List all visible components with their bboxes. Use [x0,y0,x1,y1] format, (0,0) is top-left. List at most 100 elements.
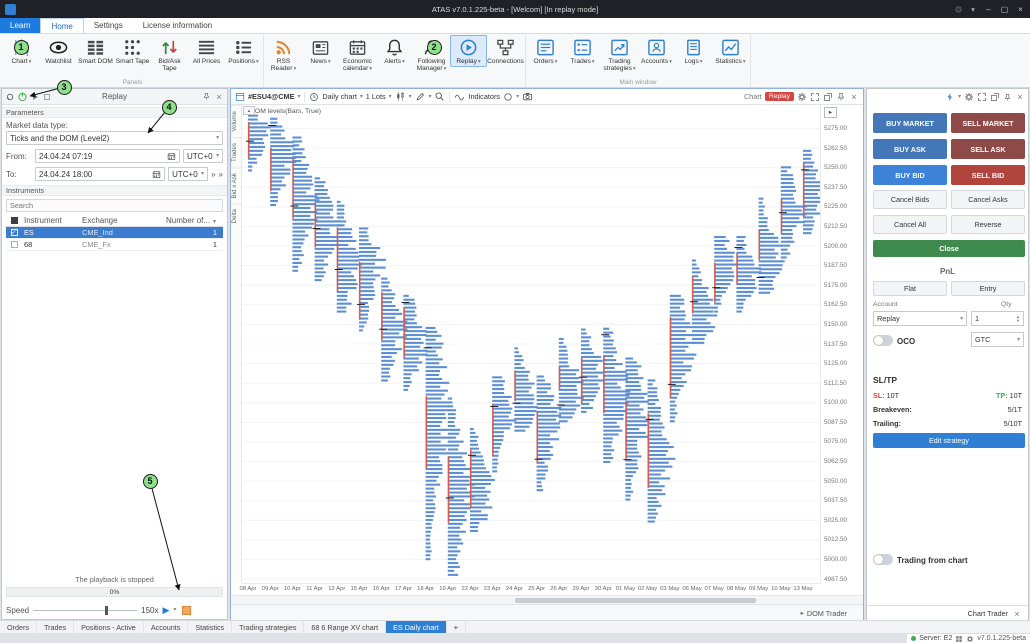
entry-button[interactable]: Entry [951,281,1025,296]
chevron-down-icon[interactable]: ▾ [389,94,392,100]
close-icon[interactable]: × [849,92,859,102]
pin-icon[interactable] [202,92,211,101]
ribbon-item-connections[interactable]: Connections [487,35,524,66]
expand-icon[interactable] [810,92,820,102]
buy-market-button[interactable]: BUY MARKET [873,113,947,133]
ribbon-item-positions[interactable]: Positions▾ [225,35,262,67]
expand-icon[interactable] [977,92,987,102]
chevron-down-icon[interactable]: ▾ [409,94,412,100]
chart-panel-tab-trades[interactable]: Trades [231,137,241,167]
stop-icon[interactable] [42,92,52,102]
select-all-checkbox[interactable] [11,217,18,224]
chart-lots-select[interactable]: 1 Lots [366,92,386,101]
sl-value[interactable]: 10T [887,391,899,400]
ribbon-item-smart-tape[interactable]: Smart Tape [114,35,151,66]
titlebar[interactable]: ATAS v7.0.1.225-beta - [Welcom] [In repl… [0,0,1030,18]
pin-icon[interactable] [836,92,846,102]
ribbon-item-trades[interactable]: Trades▾ [564,35,601,67]
chevron-down-icon[interactable]: ▾ [360,94,363,100]
close-position-button[interactable]: Close [873,240,1025,257]
price-axis[interactable]: ▸ 5275.005262.505250.005237.505225.00521… [820,105,863,583]
column-exchange[interactable]: Exchange [82,216,154,225]
replay-panel-header[interactable]: Replay × [2,89,227,105]
ribbon-item-smart-dom[interactable]: Smart DOM [77,35,114,66]
workspace-tab-trading-strategies[interactable]: Trading strategies [232,621,304,633]
buy-bid-button[interactable]: BUY BID [873,165,947,185]
dom-trader-label[interactable]: DOM Trader [807,609,847,618]
lightning-icon[interactable] [945,92,955,102]
ribbon-item-replay[interactable]: Replay▾ [450,35,487,67]
chart-scrollbar[interactable] [231,595,863,604]
gear-icon[interactable] [964,92,974,102]
chevron-down-icon[interactable]: ▾ [429,94,432,100]
oco-toggle[interactable] [873,335,893,346]
instrument-row-68[interactable]: 68CME_Fx1 [6,239,223,251]
trailing-value[interactable]: 5/10T [1004,419,1022,428]
close-icon[interactable]: × [1015,92,1025,102]
account-select[interactable]: Replay ▾ [873,311,967,326]
from-timezone-select[interactable]: UTC+0 ▾ [183,149,223,163]
circle-tool-icon[interactable] [503,92,513,102]
row-checkbox[interactable] [11,241,18,248]
indicators-icon[interactable] [454,91,465,102]
history-icon[interactable] [5,92,15,102]
gear-icon[interactable] [951,5,965,14]
scrollbar-thumb[interactable] [515,598,755,603]
to-timezone-select[interactable]: UTC+0 ▾ [168,167,208,181]
menu-tab-settings[interactable]: Settings [84,18,133,33]
chart-trader-tab-label[interactable]: Chart Trader [968,609,1008,618]
tif-select[interactable]: GTC ▾ [971,332,1024,347]
grid-icon[interactable] [955,635,963,643]
row-checkbox[interactable]: ✓ [11,229,18,236]
drawing-tools-icon[interactable] [415,91,426,102]
ribbon-item-rss-reader[interactable]: RSS Reader▾ [265,35,302,75]
column-instrument[interactable]: Instrument [22,216,82,225]
ribbon-item-economic-calendar[interactable]: Economic calendar▾ [339,35,376,75]
edit-strategy-button[interactable]: Edit strategy [873,433,1025,448]
chart-symbol[interactable]: #ESU4@CME [248,92,294,101]
dom-trader-strip[interactable]: ▸ DOM Trader [231,604,863,621]
zoom-icon[interactable] [434,91,445,102]
date-axis[interactable]: 08 Apr09 Apr10 Apr11 Apr12 Apr15 Apr16 A… [242,583,820,595]
ribbon-item-bid-ask-tape[interactable]: Bid/Ask Tape [151,35,188,74]
chevron-down-icon[interactable]: ▾ [173,607,176,613]
speed-slider-handle[interactable] [105,606,108,615]
close-button[interactable]: × [1013,5,1028,14]
breakeven-value[interactable]: 5/1T [1008,405,1022,414]
gear-icon[interactable] [797,92,807,102]
from-datetime-field[interactable]: 24.04.24 07:19 [35,149,180,163]
play-icon[interactable] [30,92,40,102]
new-tab-button[interactable]: + [447,621,466,633]
ribbon-item-alerts[interactable]: Alerts▾ [376,35,413,67]
to-datetime-field[interactable]: 24.04.24 18:00 [35,167,165,181]
calendar-icon[interactable] [152,170,161,179]
buy-ask-button[interactable]: BUY ASK [873,139,947,159]
chevron-down-icon[interactable]: ▾ [958,94,961,100]
column-number[interactable]: Number of...▼ [154,216,223,225]
market-data-type-select[interactable]: Ticks and the DOM (Level2) ▾ [6,131,223,145]
speed-slider[interactable] [33,605,137,615]
window-icon[interactable] [235,92,245,102]
chevron-down-icon[interactable]: ▾ [516,94,519,100]
workspace-tab-trades[interactable]: Trades [37,621,74,633]
instrument-search-input[interactable] [6,199,223,212]
chart-panel-tab-volume[interactable]: Volume [231,105,241,137]
chart-canvas[interactable]: DOM levels(Bars, True) ▴ [242,105,820,583]
chart-trader-tab[interactable]: Chart Trader × [867,605,1028,621]
popout-icon[interactable] [823,92,833,102]
ribbon-item-accounts[interactable]: Accounts▾ [638,35,675,67]
calendar-icon[interactable] [167,152,176,161]
workspace-tab-statistics[interactable]: Statistics [188,621,232,633]
instrument-table-header[interactable]: Instrument Exchange Number of...▼ [6,215,223,227]
close-icon[interactable]: × [214,92,224,102]
reverse-button[interactable]: Reverse [951,215,1025,234]
workspace-tab-68-6-range-xv-chart[interactable]: 68 6 Range XV chart [304,621,386,633]
ribbon-item-logs[interactable]: Logs▾ [675,35,712,67]
trading-from-chart-toggle[interactable] [873,554,893,565]
indicators-button[interactable]: Indicators [468,92,500,101]
qty-stepper[interactable]: 1 ▲▼ [971,311,1024,326]
sell-market-button[interactable]: SELL MARKET [951,113,1025,133]
cancel-all-button[interactable]: Cancel All [873,215,947,234]
server-label[interactable]: Server: E2 [919,635,952,642]
skip-to-end-icon[interactable]: » [219,170,223,179]
